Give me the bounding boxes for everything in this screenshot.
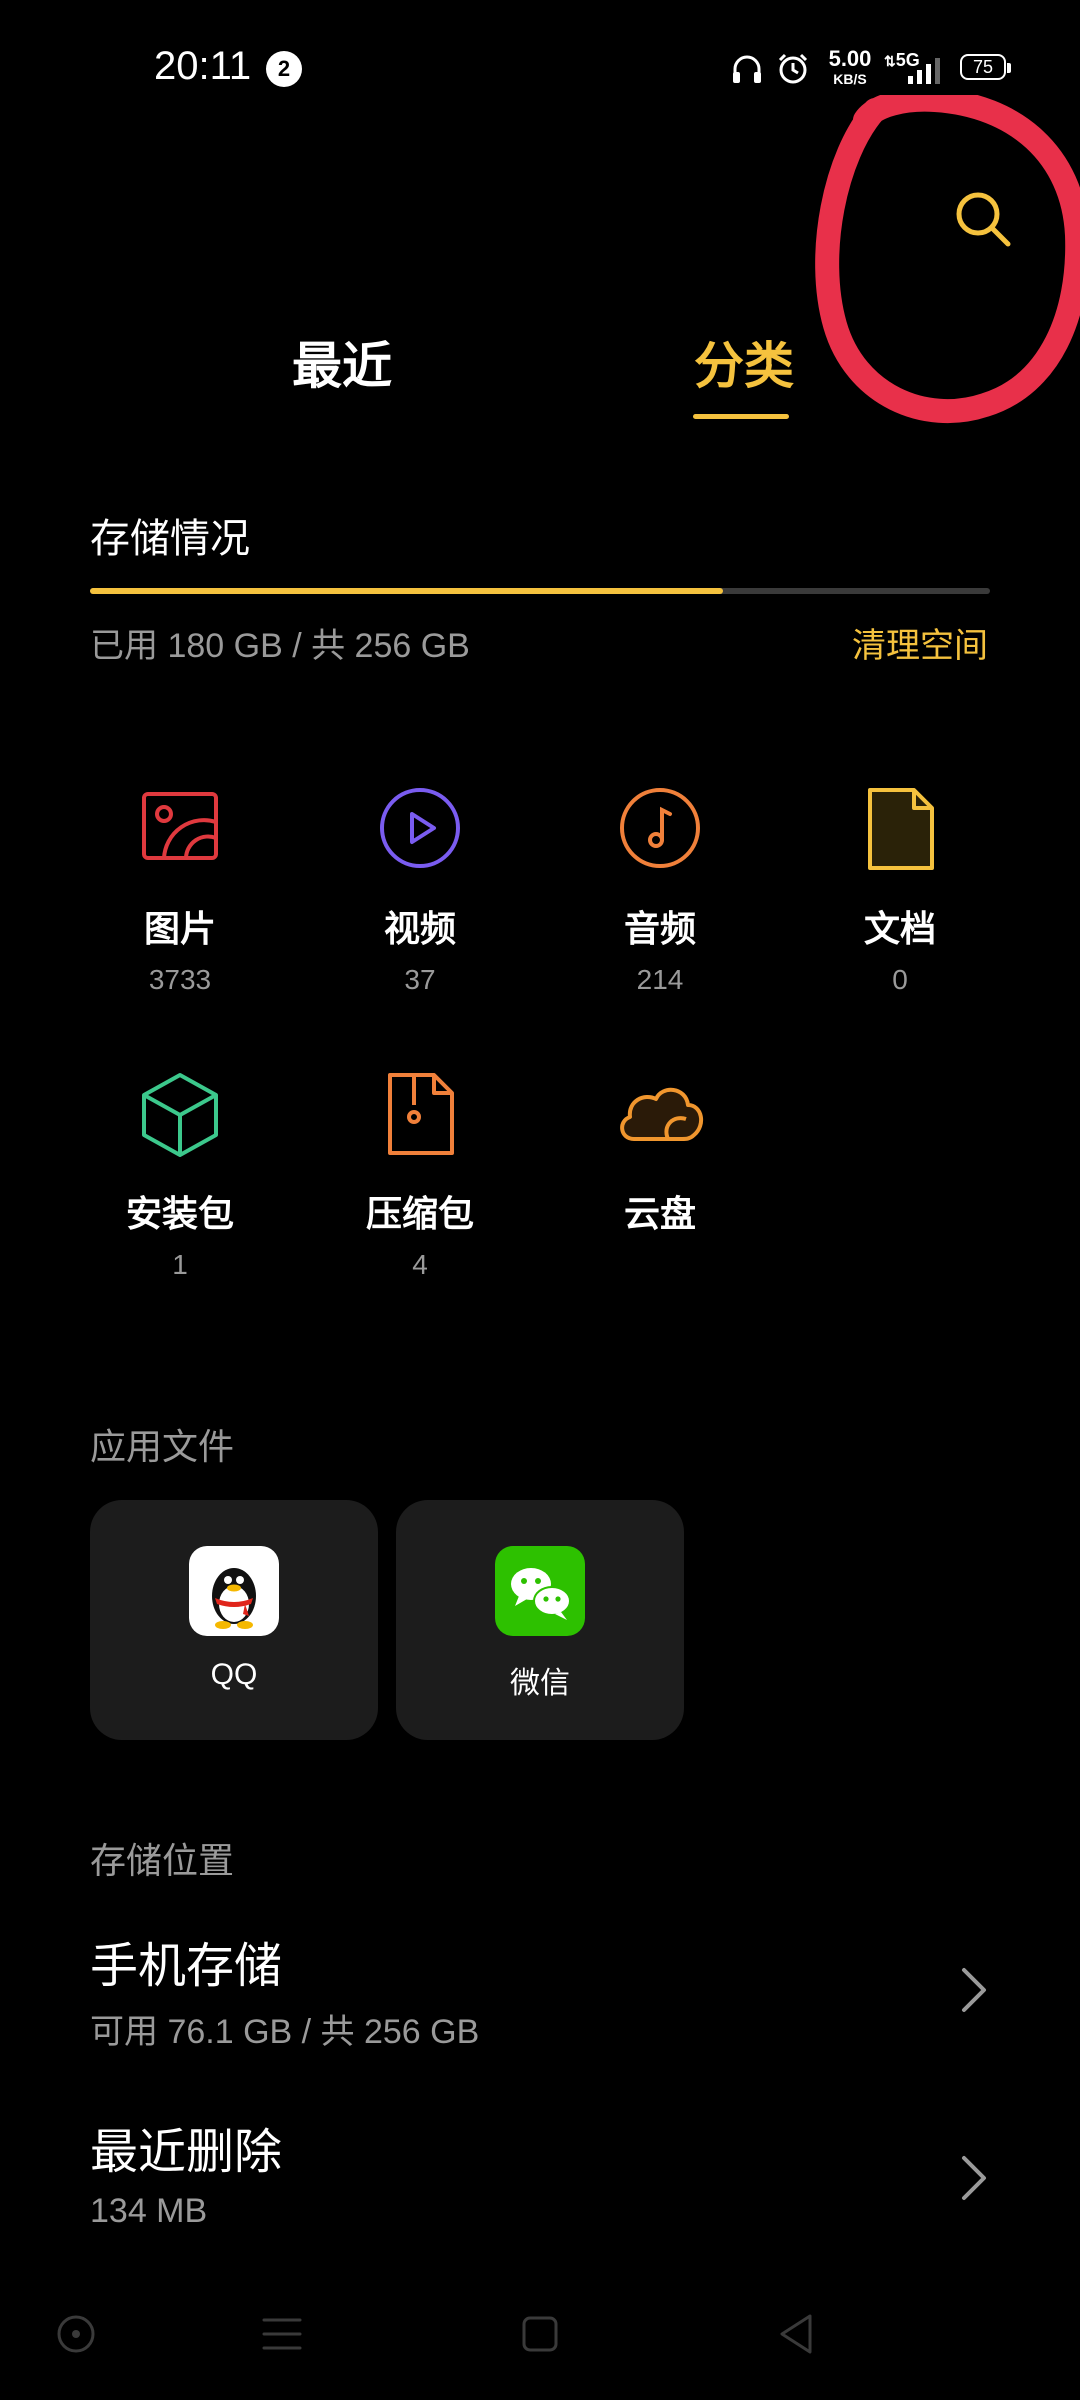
music-note-icon <box>620 788 700 868</box>
status-time: 20:11 <box>154 44 252 88</box>
tab-recent[interactable]: 最近 <box>292 326 392 398</box>
category-archives[interactable]: 压缩包 4 <box>310 1065 530 1281</box>
location-title: 最近删除 <box>90 2124 283 2180</box>
storage-progress-fill <box>90 588 723 594</box>
category-name: 文档 <box>863 909 936 950</box>
search-icon[interactable] <box>950 186 1018 254</box>
app-file-card-wechat[interactable]: 微信 <box>396 1500 684 1740</box>
category-count: 4 <box>412 1249 428 1280</box>
menu-lines-icon[interactable] <box>256 2308 308 2360</box>
active-tab-indicator <box>693 414 789 419</box>
category-documents[interactable]: 文档 0 <box>790 780 1010 996</box>
category-name: 云盘 <box>623 1194 696 1235</box>
assistant-dot-icon[interactable] <box>50 2308 102 2360</box>
category-cloud[interactable]: 云盘 <box>550 1065 770 1237</box>
network-speed-value: 5.00 <box>828 46 872 71</box>
storage-heading: 存储情况 <box>90 516 250 562</box>
category-count: 3733 <box>148 964 212 995</box>
app-file-card-qq[interactable]: QQ <box>90 1500 378 1740</box>
app-file-label: QQ <box>210 1658 258 1691</box>
category-videos[interactable]: 视频 37 <box>310 780 530 996</box>
storage-location-heading: 存储位置 <box>90 1841 235 1882</box>
signal-strength-icon <box>908 58 940 84</box>
location-title: 手机存储 <box>90 1938 283 1994</box>
alarm-clock-icon <box>778 53 808 84</box>
location-recently-deleted[interactable]: 最近删除 134 MB <box>0 2090 1080 2260</box>
category-name: 安装包 <box>125 1194 234 1235</box>
app-files-heading: 应用文件 <box>90 1427 235 1468</box>
location-phone-storage[interactable]: 手机存储 可用 76.1 GB / 共 256 GB <box>0 1900 1080 2070</box>
headphones-icon <box>733 55 761 83</box>
location-subtitle: 可用 76.1 GB / 共 256 GB <box>90 2013 480 2051</box>
category-count: 37 <box>404 964 436 995</box>
category-audio[interactable]: 音频 214 <box>550 780 770 996</box>
battery-indicator: 75 <box>960 54 1011 80</box>
category-name: 图片 <box>143 909 216 950</box>
chevron-right-icon <box>962 1968 986 2012</box>
wechat-icon <box>495 1546 585 1636</box>
storage-used-text: 已用 180 GB / 共 256 GB <box>90 627 470 665</box>
cloud-icon <box>620 1088 704 1141</box>
notification-count-badge: 2 <box>266 51 302 87</box>
clean-space-button[interactable]: 清理空间 <box>852 618 988 667</box>
back-triangle-icon[interactable] <box>770 2308 822 2360</box>
category-images[interactable]: 图片 3733 <box>70 780 290 996</box>
image-icon <box>142 792 218 860</box>
app-file-label: 微信 <box>510 1667 570 1700</box>
document-icon <box>868 788 934 870</box>
hand-drawn-circle-annotation <box>815 95 1080 424</box>
system-navigation-bar <box>0 2290 1080 2380</box>
qq-penguin-icon <box>189 1546 279 1636</box>
location-subtitle: 134 MB <box>90 2192 208 2230</box>
category-name: 压缩包 <box>365 1194 474 1235</box>
category-count: 214 <box>636 964 684 995</box>
category-count: 1 <box>172 1249 188 1280</box>
category-name: 视频 <box>383 909 456 950</box>
video-play-icon <box>380 788 460 868</box>
package-box-icon <box>142 1073 218 1157</box>
category-count: 0 <box>892 964 908 995</box>
category-packages[interactable]: 安装包 1 <box>70 1065 290 1281</box>
zip-file-icon <box>388 1073 454 1155</box>
tab-category[interactable]: 分类 <box>694 326 794 398</box>
network-speed: 5.00 KB/S <box>822 46 878 87</box>
category-name: 音频 <box>623 909 696 950</box>
network-speed-unit: KB/S <box>833 71 867 87</box>
home-square-icon[interactable] <box>514 2308 566 2360</box>
chevron-right-icon <box>962 2156 986 2200</box>
